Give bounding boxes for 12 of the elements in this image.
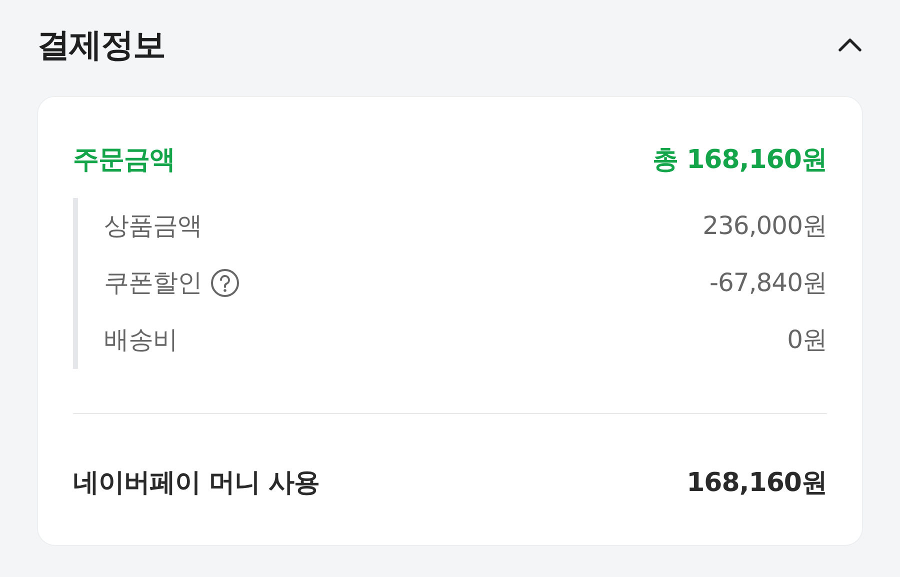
breakdown-label: 상품금액	[104, 210, 202, 242]
payment-label: 네이버페이 머니 사용	[73, 466, 320, 500]
order-amount-label: 주문금액	[73, 144, 175, 176]
breakdown-label: 쿠폰할인	[104, 267, 202, 300]
help-icon[interactable]	[210, 268, 240, 298]
breakdown-amount: 236,000원	[702, 210, 827, 242]
payment-amount: 168,160원	[686, 466, 827, 500]
section-title: 결제정보	[37, 24, 165, 66]
breakdown-amount: 0원	[787, 324, 827, 356]
breakdown-amount: -67,840원	[710, 267, 827, 300]
order-total: 총 168,160원	[652, 144, 827, 176]
breakdown-label: 배송비	[104, 324, 178, 356]
